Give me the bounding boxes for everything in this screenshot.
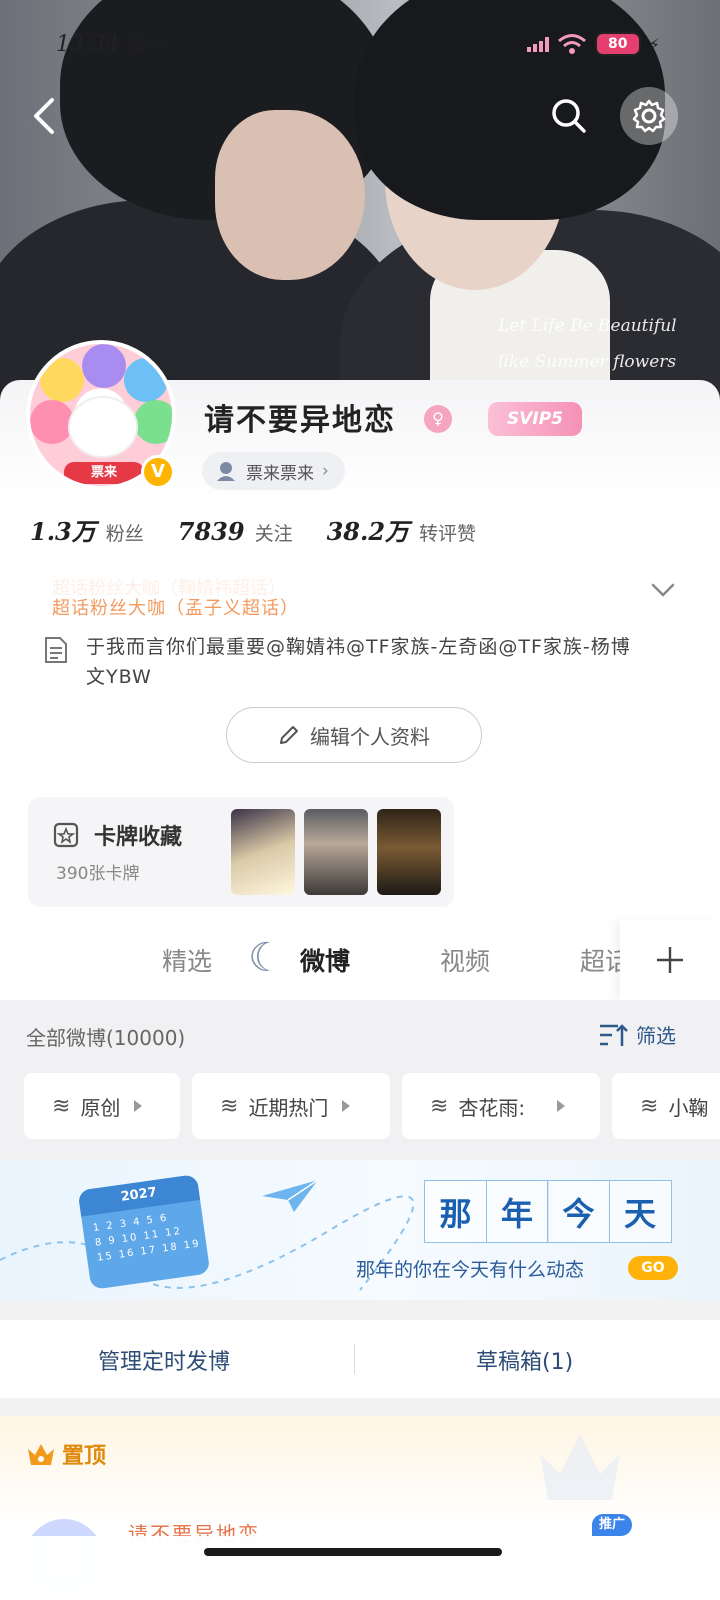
all-weibo-count: 全部微博(10000) (26, 1026, 186, 1050)
ad-badge: 推广 (592, 1514, 632, 1536)
go-button[interactable]: GO (628, 1256, 678, 1280)
card-thumbnail[interactable] (304, 809, 368, 895)
banner-title-char: 那 (424, 1180, 487, 1243)
tab-weibo[interactable]: 微博 (300, 942, 350, 978)
filter-label: 筛选 (636, 1024, 676, 1048)
moon-decoration-icon: ☾ (248, 935, 284, 981)
edit-profile-label: 编辑个人资料 (310, 724, 430, 749)
banner-subtitle: 那年的你在今天有什么动态 (356, 1259, 585, 1281)
layers-icon: ≋ (52, 1093, 71, 1119)
back-button[interactable] (20, 92, 68, 140)
filter-pill-more[interactable]: ≋ 小鞠 (612, 1073, 720, 1139)
verified-badge: V (141, 455, 175, 489)
card-collection[interactable]: 卡牌收藏 390张卡牌 (28, 797, 454, 907)
stat-value: 38.2万 (326, 517, 410, 546)
gear-icon (632, 99, 666, 133)
chevron-down-icon[interactable] (648, 578, 678, 602)
username: 请不要异地恋 (204, 403, 396, 438)
tab-video[interactable]: 视频 (440, 942, 490, 978)
calendar-grid: 1 2 3 4 5 68 9 10 11 12 15 16 17 18 19 (92, 1212, 202, 1264)
pill-label: 杏花雨: (458, 1095, 526, 1120)
card-thumbnail[interactable] (377, 809, 441, 895)
filter-pill-hot[interactable]: ≋ 近期热门 (192, 1073, 390, 1139)
stat-value: 7839 (177, 517, 245, 546)
super-topic-title[interactable]: 超话粉丝大咖（孟子义超话） (52, 594, 299, 620)
avatar-face (68, 396, 138, 458)
paper-plane-icon (262, 1179, 319, 1212)
card-thumbnail[interactable] (231, 809, 295, 895)
banner-title-char: 年 (485, 1180, 549, 1243)
pill-label: 原创 (80, 1095, 121, 1120)
stat-label: 转评赞 (419, 523, 477, 545)
post-management-row: 管理定时发博 草稿箱(1) (0, 1320, 720, 1398)
divider (354, 1344, 355, 1374)
cover-doodle-text-2: like Summer flowers (498, 352, 677, 372)
chevron-right-icon: › (322, 461, 329, 481)
back-arrow-icon (34, 98, 54, 134)
stat-value: 1.3万 (30, 517, 96, 546)
home-indicator[interactable] (204, 1548, 502, 1556)
crown-icon (28, 1444, 54, 1465)
cover-doodle-text-1: Let Life Be Beautiful (498, 316, 677, 336)
document-icon (45, 637, 67, 663)
status-bar: 13:34 ☺ ··· 80 ⚡ (56, 30, 660, 58)
stat-following[interactable]: 7839 关注 (178, 517, 293, 546)
wifi-icon (557, 34, 586, 54)
card-collection-count: 390张卡牌 (56, 864, 140, 884)
search-button[interactable] (545, 92, 593, 140)
bio-text: 于我而言你们最重要@鞠婧祎@TF家族-左奇函@TF家族-杨博文YBW (86, 636, 631, 688)
scheduled-posts-button[interactable]: 管理定时发博 (98, 1344, 230, 1376)
stat-label: 关注 (254, 523, 293, 545)
layers-icon: ≋ (640, 1093, 659, 1119)
svip-badge[interactable]: SVIP5 (488, 402, 582, 436)
banner-title: 那 年 今 天 (424, 1180, 672, 1243)
signal-icon (526, 36, 549, 52)
settings-button[interactable] (620, 87, 678, 145)
filter-icon (600, 1023, 628, 1046)
profile-tabs: 精选 微博 视频 超话 (0, 920, 720, 1000)
status-time: 13:34 (56, 31, 120, 57)
female-icon: ♀ (424, 405, 452, 433)
pencil-icon (280, 726, 298, 744)
add-tab-button[interactable] (620, 920, 720, 1000)
stat-interactions[interactable]: 38.2万 转评赞 (327, 512, 476, 547)
stat-label: 粉丝 (105, 523, 144, 545)
tab-featured[interactable]: 精选 (162, 942, 212, 978)
pill-label: 小鞠 (668, 1095, 709, 1120)
gesture-bar-area (0, 1536, 720, 1600)
filter-pill-custom[interactable]: ≋ 杏花雨: (402, 1073, 600, 1139)
search-icon (552, 99, 586, 133)
fan-icon (217, 462, 235, 481)
banner-title-char: 今 (547, 1180, 610, 1243)
layers-icon: ≋ (220, 1093, 239, 1119)
plus-icon (657, 947, 683, 973)
filter-button[interactable]: 筛选 (598, 1020, 676, 1049)
crown-decoration-icon (540, 1434, 620, 1500)
battery-icon: 80 (594, 32, 641, 56)
pill-label: 近期热门 (248, 1095, 329, 1120)
card-collection-icon (53, 822, 79, 848)
edit-profile-button[interactable]: 编辑个人资料 (226, 707, 482, 763)
stat-followers[interactable]: 1.3万 粉丝 (30, 512, 144, 547)
filter-pill-original[interactable]: ≋ 原创 (24, 1073, 180, 1139)
fan-group-chip[interactable]: 票来票来 › (202, 452, 345, 490)
pinned-label: 置顶 (26, 1438, 106, 1470)
pinned-label-text: 置顶 (62, 1444, 107, 1469)
charging-icon: ⚡ (648, 34, 660, 54)
avatar-tag: 票来 (64, 462, 144, 484)
feed-filter-bar: 全部微博(10000) 筛选 ≋ 原创 ≋ 近期热门 ≋ 杏花雨: ≋ 小鞠 (0, 1000, 720, 1158)
card-collection-title: 卡牌收藏 (94, 825, 183, 850)
profile-stats: 1.3万 粉丝 7839 关注 38.2万 转评赞 (30, 512, 476, 547)
layers-icon: ≋ (430, 1093, 449, 1119)
calendar-icon: 2027 1 2 3 4 5 68 9 10 11 12 15 16 17 18 … (77, 1174, 211, 1290)
status-extra: ☺ ··· (129, 34, 167, 54)
banner-title-char: 天 (608, 1180, 672, 1243)
drafts-button[interactable]: 草稿箱(1) (476, 1344, 573, 1376)
cover-face-left (215, 110, 365, 280)
fan-chip-label: 票来票来 (246, 463, 314, 484)
